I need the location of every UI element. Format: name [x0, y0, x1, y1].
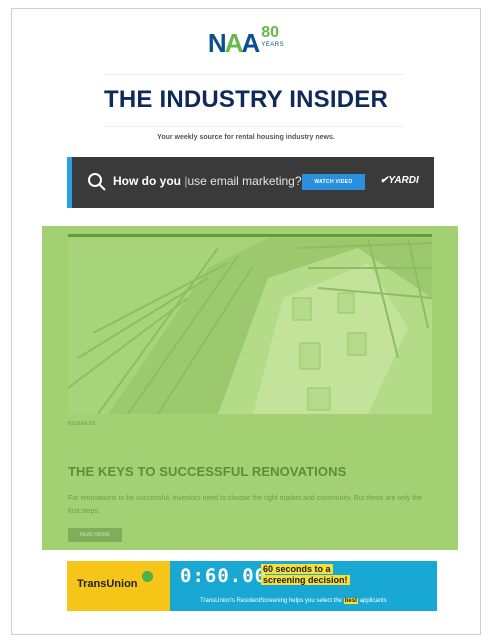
yardi-logo: ✔YARDI	[380, 175, 419, 186]
read-more-button[interactable]: READ MORE	[68, 528, 122, 542]
ad-headline: 60 seconds to a screening decision!	[261, 564, 350, 585]
transunion-ad-left: TransUnion	[67, 561, 170, 611]
divider	[104, 126, 404, 127]
years-badge: 80 YEARS	[261, 24, 285, 49]
building-photo[interactable]	[68, 238, 432, 414]
article-title[interactable]: THE KEYS TO SUCCESSFUL RENOVATIONS	[68, 464, 346, 479]
watch-video-button[interactable]: WATCH VIDEO	[302, 174, 365, 190]
yardi-banner-ad[interactable]: How do you |use email marketing? WATCH V…	[67, 157, 434, 208]
naa-logo-text: NAA	[207, 28, 260, 58]
naa-logo[interactable]: NAA 80 YEARS	[0, 24, 492, 59]
newsletter-tagline: Your weekly source for rental housing in…	[157, 134, 335, 141]
transunion-ad-right: 0:60.00 60 seconds to a screening decisio…	[170, 561, 437, 611]
article-description: For renovations to be successful, invest…	[68, 495, 422, 515]
newsletter-title: THE INDUSTRY INSIDER	[103, 86, 389, 113]
banner-accent-stripe	[67, 157, 72, 208]
divider	[104, 74, 404, 75]
ad-subtext: TransUnion's ResidentScreening helps you…	[200, 598, 387, 604]
timer-display: 0:60.00	[180, 565, 268, 587]
featured-article[interactable]: BUSINESS THE KEYS TO SUCCESSFUL RENOVATI…	[42, 226, 458, 550]
transunion-logo: TransUnion	[77, 578, 138, 590]
transunion-banner-ad[interactable]: TransUnion 0:60.00 60 seconds to a screen…	[67, 561, 437, 611]
transunion-badge-icon	[142, 571, 153, 582]
article-top-rule	[68, 234, 432, 237]
article-category: BUSINESS	[68, 421, 96, 427]
banner-question: How do you |use email marketing?	[113, 174, 302, 188]
search-icon	[88, 173, 106, 191]
